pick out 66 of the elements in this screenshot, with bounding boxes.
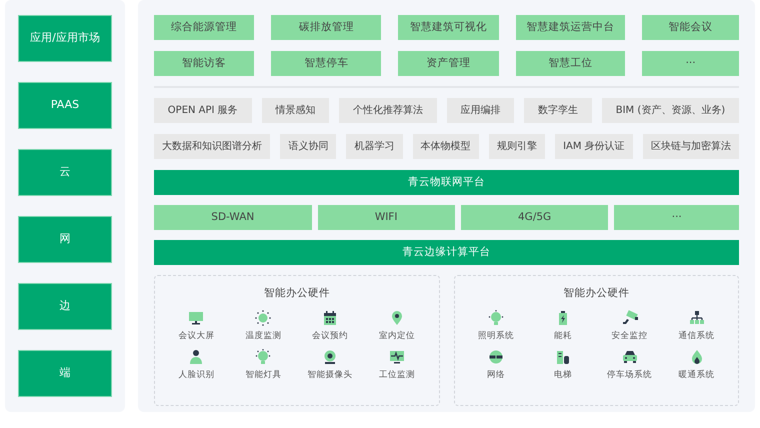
person-icon bbox=[188, 348, 204, 364]
device-label: 安全监控 bbox=[612, 330, 648, 342]
capability-tile: 语义协同 bbox=[280, 134, 336, 159]
monitor-icon bbox=[188, 310, 204, 326]
capability-tile: 大数据和知识图谱分析 bbox=[154, 134, 270, 159]
layer-label: 应用/应用市场 bbox=[18, 15, 112, 62]
building-icon bbox=[554, 348, 571, 364]
capability-tile: OPEN API 服务 bbox=[154, 98, 252, 123]
application-tile: 智慧建筑运营中台 bbox=[516, 15, 626, 40]
application-tile: 智能会议 bbox=[642, 15, 739, 40]
layer-label: 网 bbox=[18, 216, 112, 263]
device-label: 温度监测 bbox=[245, 330, 282, 342]
device-label: 网络 bbox=[486, 368, 505, 382]
panel-title: 智能办公硬件 bbox=[563, 286, 630, 301]
application-tile: 智慧工位 bbox=[516, 51, 626, 76]
layer-label: PAAS bbox=[18, 82, 112, 129]
light-bulb-icon bbox=[255, 348, 272, 364]
network-tile: WIFI bbox=[318, 205, 455, 230]
capability-tile: 规则引擎 bbox=[488, 134, 546, 159]
capability-tile: 机器学习 bbox=[346, 134, 403, 159]
device-label: 会议大屏 bbox=[178, 330, 214, 342]
application-tile: 智慧建筑可视化 bbox=[398, 15, 499, 40]
capability-tile: 本体物模型 bbox=[412, 134, 479, 159]
webcam-icon bbox=[322, 348, 338, 364]
device-label: 会议预约 bbox=[312, 330, 348, 342]
layer-label: 云 bbox=[18, 149, 112, 196]
panel-title: 智能办公硬件 bbox=[264, 286, 330, 301]
device-label: 工位监测 bbox=[379, 368, 416, 382]
calendar-icon bbox=[322, 310, 338, 326]
capability-tile: 应用编排 bbox=[446, 98, 514, 123]
light-bulb-icon bbox=[488, 310, 504, 326]
application-tile: 资产管理 bbox=[398, 51, 499, 76]
device-label: 照明系统 bbox=[478, 330, 514, 342]
device-label: 智能灯具 bbox=[245, 368, 282, 382]
application-tile: 智能访客 bbox=[154, 51, 254, 76]
platform-bar: 青云边缘计算平台 bbox=[154, 240, 739, 265]
device-label: 停车场系统 bbox=[607, 368, 652, 382]
capability-tile: IAM 身份认证 bbox=[555, 134, 633, 159]
device-label: 室内定位 bbox=[379, 330, 416, 342]
capability-tile: 情景感知 bbox=[262, 98, 330, 123]
security-camera-icon bbox=[622, 310, 638, 326]
capability-tile: 数字孪生 bbox=[524, 98, 592, 123]
platform-bar: 青云物联网平台 bbox=[154, 170, 739, 195]
network-tile: 4G/5G bbox=[460, 205, 608, 230]
application-tile: 碳排放管理 bbox=[271, 15, 382, 40]
device-label: 暖通系统 bbox=[678, 368, 715, 382]
application-tile: ··· bbox=[642, 51, 739, 76]
layer-label: 边 bbox=[18, 283, 112, 330]
network-tile: SD-WAN bbox=[154, 205, 312, 230]
capability-tile: 个性化推荐算法 bbox=[339, 98, 437, 123]
device-label: 能耗 bbox=[554, 330, 572, 342]
sun-icon bbox=[255, 310, 272, 326]
network-tile: ··· bbox=[614, 205, 740, 230]
layer-label: 端 bbox=[18, 350, 112, 397]
device-label: 人脸识别 bbox=[178, 368, 214, 382]
globe-icon bbox=[488, 348, 504, 364]
application-tile: 综合能源管理 bbox=[154, 15, 254, 40]
application-tile: 智慧停车 bbox=[271, 51, 382, 76]
device-label: 智能摄像头 bbox=[308, 368, 353, 382]
device-label: 电梯 bbox=[554, 368, 572, 382]
device-label: 通信系统 bbox=[678, 330, 715, 342]
network-tree-icon bbox=[688, 310, 705, 326]
capability-tile: 区块链与加密算法 bbox=[642, 134, 740, 159]
capability-tile: BIM (资产、资源、业务) bbox=[602, 98, 739, 123]
car-icon bbox=[622, 348, 638, 364]
monitor-pulse-icon bbox=[389, 348, 406, 364]
